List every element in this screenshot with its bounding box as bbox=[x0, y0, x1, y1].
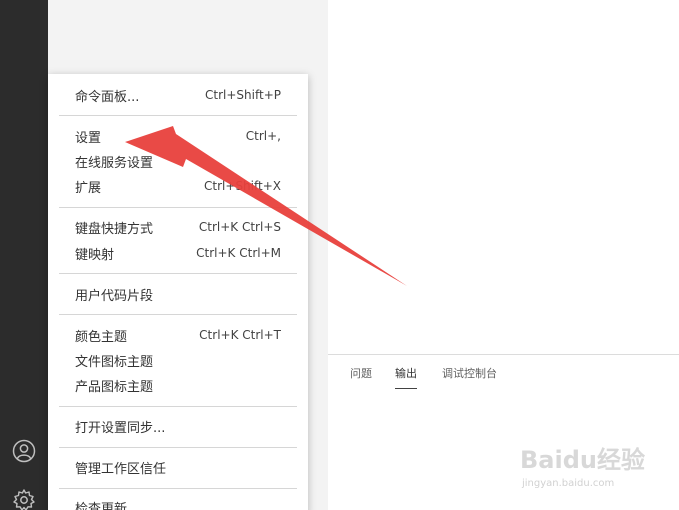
menu-item-online-services-settings[interactable]: 在线服务设置 bbox=[75, 150, 281, 172]
menu-item-settings[interactable]: 设置 Ctrl+, bbox=[75, 125, 281, 147]
editor-area bbox=[328, 0, 679, 354]
menu-item-color-theme[interactable]: 颜色主题 Ctrl+K Ctrl+T bbox=[75, 324, 281, 346]
menu-item-label: 键映射 bbox=[75, 247, 115, 263]
menu-item-label: 文件图标主题 bbox=[75, 354, 154, 370]
menu-item-label: 命令面板... bbox=[75, 89, 140, 105]
account-icon[interactable] bbox=[12, 439, 36, 463]
menu-item-label: 在线服务设置 bbox=[75, 155, 154, 171]
menu-item-label: 设置 bbox=[75, 130, 102, 146]
menu-separator bbox=[59, 115, 297, 116]
watermark-logo-text: Baidu经验 bbox=[520, 446, 645, 474]
activity-bar bbox=[0, 0, 48, 510]
menu-item-user-snippets[interactable]: 用户代码片段 bbox=[75, 283, 281, 305]
menu-item-label: 打开设置同步... bbox=[75, 420, 166, 436]
menu-item-label: 产品图标主题 bbox=[75, 379, 154, 395]
menu-item-command-palette[interactable]: 命令面板... Ctrl+Shift+P bbox=[75, 84, 281, 106]
tab-output[interactable]: 输出 bbox=[395, 367, 417, 389]
menu-item-manage-workspace-trust[interactable]: 管理工作区信任 bbox=[75, 456, 281, 478]
tab-problems[interactable]: 问题 bbox=[350, 367, 372, 389]
tab-debug-console[interactable]: 调试控制台 bbox=[442, 367, 497, 389]
menu-separator bbox=[59, 273, 297, 274]
menu-item-shortcut: Ctrl+, bbox=[245, 129, 281, 143]
manage-gear-icon[interactable] bbox=[12, 488, 36, 510]
menu-item-extensions[interactable]: 扩展 Ctrl+Shift+X bbox=[75, 175, 281, 197]
menu-separator bbox=[59, 314, 297, 315]
menu-item-file-icon-theme[interactable]: 文件图标主题 bbox=[75, 349, 281, 371]
menu-item-product-icon-theme[interactable]: 产品图标主题 bbox=[75, 374, 281, 396]
menu-item-settings-sync[interactable]: 打开设置同步... bbox=[75, 415, 281, 437]
menu-item-shortcut: Ctrl+K Ctrl+S bbox=[198, 220, 281, 234]
menu-item-shortcut: Ctrl+K Ctrl+M bbox=[196, 246, 281, 260]
menu-item-shortcut: Ctrl+Shift+X bbox=[204, 179, 281, 193]
menu-separator bbox=[59, 488, 297, 489]
menu-item-check-for-updates[interactable]: 检查更新... bbox=[75, 496, 281, 510]
menu-item-label: 管理工作区信任 bbox=[75, 461, 167, 477]
menu-item-keyboard-shortcuts[interactable]: 键盘快捷方式 Ctrl+K Ctrl+S bbox=[75, 216, 281, 238]
menu-item-keymaps[interactable]: 键映射 Ctrl+K Ctrl+M bbox=[75, 242, 281, 264]
watermark: Baidu经验 jingyan.baidu.com bbox=[520, 440, 650, 500]
menu-separator bbox=[59, 207, 297, 208]
menu-item-label: 扩展 bbox=[75, 180, 102, 196]
menu-item-shortcut: Ctrl+K Ctrl+T bbox=[199, 328, 281, 342]
menu-item-label: 检查更新... bbox=[75, 501, 140, 510]
menu-item-shortcut: Ctrl+Shift+P bbox=[205, 88, 281, 102]
menu-item-label: 键盘快捷方式 bbox=[75, 221, 154, 237]
menu-item-label: 颜色主题 bbox=[75, 329, 128, 345]
manage-context-menu: 命令面板... Ctrl+Shift+P 设置 Ctrl+, 在线服务设置 扩展… bbox=[48, 74, 308, 510]
menu-item-label: 用户代码片段 bbox=[75, 288, 154, 304]
menu-separator bbox=[59, 447, 297, 448]
watermark-url: jingyan.baidu.com bbox=[522, 478, 615, 489]
menu-separator bbox=[59, 406, 297, 407]
